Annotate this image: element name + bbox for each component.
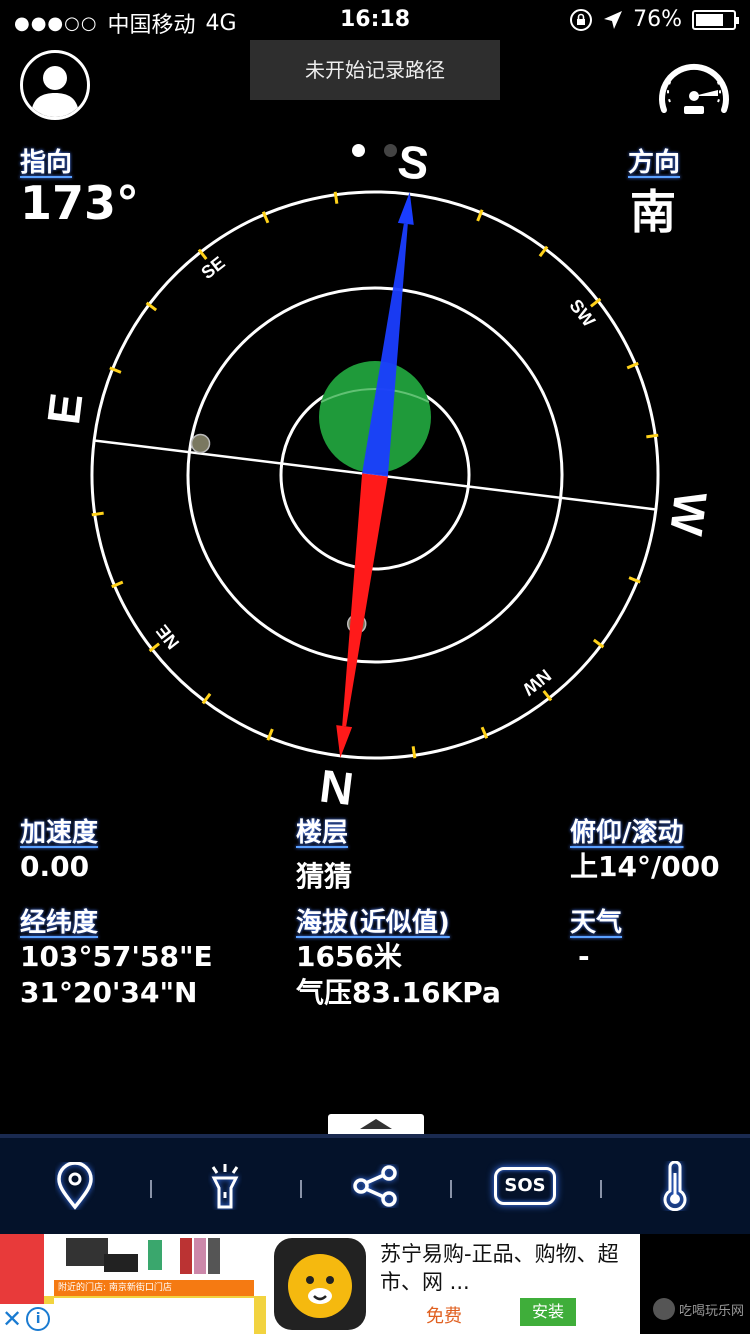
coordinates-label: 经纬度	[20, 908, 99, 938]
pressure-value: 气压83.16KPa	[296, 976, 501, 1009]
watermark-logo-icon	[652, 1298, 675, 1320]
ad-app-card[interactable]: 苏宁易购-正品、购物、超市、网 ... 免费 安装	[266, 1234, 640, 1334]
compass-dial: N S E W NE NW SE SW	[37, 135, 717, 816]
ad-install-button[interactable]: 安装	[520, 1298, 576, 1326]
battery-icon	[692, 9, 739, 30]
floor-value: 猜猜	[296, 860, 353, 893]
weather-block: 天气 -	[570, 902, 622, 975]
intercardinal-ne-label: NE	[152, 621, 183, 653]
altitude-value: 1656米	[296, 940, 402, 973]
toolbar-expand-handle[interactable]	[328, 1114, 424, 1136]
pitch-roll-value: 上14°/000	[570, 850, 720, 883]
ad-right-area: 吃喝玩乐网	[640, 1234, 750, 1334]
thermometer-icon	[663, 1161, 687, 1211]
ad-products-image	[66, 1238, 220, 1274]
floor-block: 楼层 猜猜	[296, 812, 352, 895]
share-icon	[353, 1165, 397, 1207]
weather-label: 天气	[570, 908, 623, 938]
ad-controls: ✕ i	[0, 1304, 64, 1334]
bottom-toolbar: SOS	[0, 1134, 750, 1234]
battery-fill	[696, 13, 724, 26]
intercardinal-se-label: SE	[197, 252, 228, 283]
ad-store-strip: 附近的门店: 南京新街口门店	[54, 1280, 254, 1296]
thermometer-button[interactable]	[600, 1138, 750, 1234]
watermark-text: 吃喝玩乐网	[678, 1303, 744, 1319]
ad-store-card	[54, 1298, 254, 1334]
user-avatar-icon[interactable]	[20, 50, 90, 120]
pitch-roll-block: 俯仰/滚动 上14°/000	[570, 812, 720, 885]
battery-percent: 76%	[633, 7, 682, 32]
altitude-label: 海拔(近似值)	[296, 908, 450, 938]
pitch-roll-label: 俯仰/滚动	[570, 818, 684, 848]
altitude-block: 海拔(近似值) 1656米 气压83.16KPa	[296, 902, 501, 1011]
route-status-toast: 未开始记录路径	[250, 40, 500, 100]
watermark: 吃喝玩乐网	[652, 1298, 744, 1320]
acceleration-value: 0.00	[20, 850, 90, 883]
flashlight-icon	[211, 1164, 239, 1209]
cardinal-north-label: N	[317, 760, 356, 816]
cardinal-south-label: S	[395, 135, 432, 190]
ad-app-title: 苏宁易购-正品、购物、超市、网 ...	[380, 1242, 619, 1294]
weather-value: -	[578, 940, 590, 973]
map-pin-icon	[57, 1162, 93, 1210]
coordinates-block: 经纬度 103°57'58"E 31°20'34"N	[20, 902, 213, 1011]
acceleration-label: 加速度	[20, 818, 99, 848]
speedometer-icon[interactable]	[656, 52, 732, 118]
compass-needle	[336, 192, 414, 758]
status-bar: ●●●○○ 中国移动 4G 16:18 76%	[0, 0, 750, 40]
intercardinal-nw-label: NW	[519, 665, 555, 699]
ad-store-image[interactable]: 附近的门店: 南京新街口门店	[44, 1234, 266, 1334]
person-silhouette-icon	[31, 66, 79, 117]
latitude-value: 31°20'34"N	[20, 976, 198, 1009]
suning-logo-icon	[274, 1238, 366, 1330]
flashlight-button[interactable]	[150, 1138, 300, 1234]
map-pin-button[interactable]	[0, 1138, 150, 1234]
sos-icon: SOS	[494, 1167, 556, 1205]
needle-north-half	[342, 473, 388, 727]
cardinal-west-label: W	[660, 489, 717, 539]
orientation-lock-icon	[570, 8, 593, 31]
sos-button[interactable]: SOS	[450, 1138, 600, 1234]
longitude-value: 103°57'58"E	[20, 940, 213, 973]
location-arrow-icon	[604, 10, 623, 29]
status-right: 76%	[569, 7, 739, 32]
ad-info-icon[interactable]: i	[26, 1307, 51, 1331]
intercardinal-sw-label: SW	[565, 295, 599, 330]
ad-banner[interactable]: 附近的门店: 南京新街口门店 ✕ i 苏宁易购-正品、购物、超市、网 ... 免…	[0, 1234, 750, 1334]
acceleration-block: 加速度 0.00	[20, 812, 98, 885]
cardinal-east-label: E	[37, 390, 92, 427]
ad-price: 免费	[426, 1306, 462, 1327]
share-button[interactable]	[300, 1138, 450, 1234]
floor-label: 楼层	[296, 818, 349, 848]
ad-close-icon[interactable]: ✕	[2, 1305, 22, 1333]
